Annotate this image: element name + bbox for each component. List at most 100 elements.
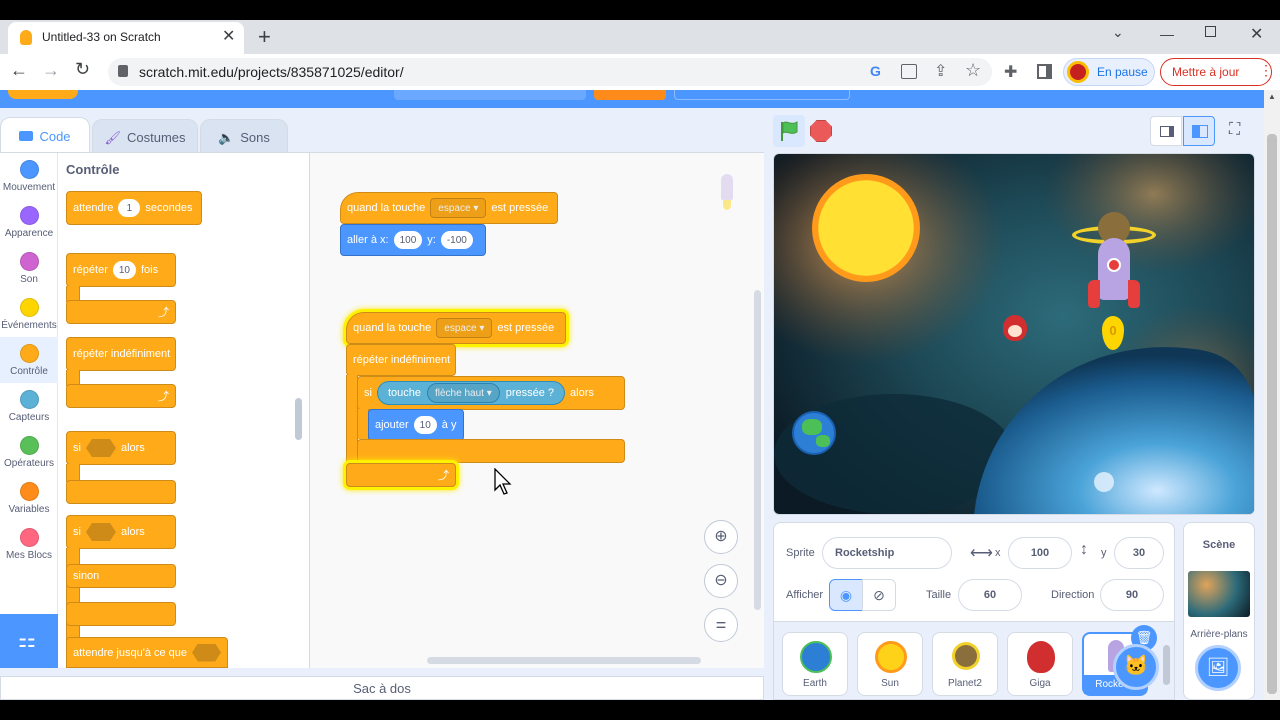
- fullscreen-icon[interactable]: ⛶: [1229, 121, 1240, 139]
- minimize-icon[interactable]: —: [1160, 26, 1174, 42]
- category-sound[interactable]: Son: [0, 245, 58, 291]
- category-looks[interactable]: Apparence: [0, 199, 58, 245]
- repeat-count-input[interactable]: 10: [112, 261, 136, 279]
- direction-field[interactable]: 90: [1100, 579, 1164, 611]
- scroll-thumb[interactable]: [1267, 134, 1277, 694]
- condition-slot[interactable]: [85, 439, 116, 457]
- translate-icon[interactable]: [901, 64, 917, 79]
- profile-status-text: En pause: [1097, 65, 1148, 79]
- zoom-in-button[interactable]: ⊕: [704, 520, 738, 554]
- earth-sprite[interactable]: [792, 411, 836, 455]
- sprite-thumb-giga[interactable]: Giga: [1007, 632, 1073, 696]
- sprite-thumb-planet2[interactable]: Planet2: [932, 632, 998, 696]
- category-control[interactable]: Contrôle: [0, 337, 58, 383]
- x-field[interactable]: 100: [1008, 537, 1072, 569]
- see-project-page-button[interactable]: [674, 90, 850, 100]
- if-else-block[interactable]: si alors: [66, 515, 176, 549]
- show-hidden-button[interactable]: ⊘: [862, 579, 896, 611]
- google-icon[interactable]: G: [870, 63, 881, 79]
- tab-costumes[interactable]: 🖌 Costumes: [92, 119, 198, 155]
- category-operators[interactable]: Opérateurs: [0, 429, 58, 475]
- change-y-input[interactable]: 10: [413, 416, 437, 434]
- scroll-up-icon[interactable]: ▲: [1268, 92, 1276, 101]
- y-field[interactable]: 30: [1114, 537, 1164, 569]
- rocketship-sprite[interactable]: 0: [1086, 234, 1142, 352]
- sprite-thumb-sun[interactable]: Sun: [857, 632, 923, 696]
- tab-sounds[interactable]: 🔈 Sons: [200, 119, 288, 155]
- share-icon[interactable]: ⇪: [934, 61, 947, 81]
- category-sensing[interactable]: Capteurs: [0, 383, 58, 429]
- forever-block-running[interactable]: répéter indéfiniment: [346, 344, 456, 376]
- back-icon[interactable]: ←: [10, 60, 28, 81]
- condition-slot[interactable]: [192, 643, 221, 662]
- update-button[interactable]: Mettre à jour ⋮: [1160, 58, 1273, 86]
- condition-slot[interactable]: [85, 523, 116, 541]
- repeat-block[interactable]: répéter 10 fois: [66, 253, 176, 287]
- tab-code[interactable]: Code: [0, 117, 90, 154]
- trash-icon: 🗑: [1135, 630, 1153, 645]
- change-y-block[interactable]: ajouter 10 à y: [368, 409, 464, 441]
- size-field[interactable]: 60: [958, 579, 1022, 611]
- sprite-thumb-earth[interactable]: Earth: [782, 632, 848, 696]
- side-panel-icon[interactable]: [1037, 64, 1052, 79]
- ghost-flame: [723, 200, 731, 210]
- giga-sprite[interactable]: [1000, 309, 1030, 347]
- backpack-bar[interactable]: Sac à dos: [0, 676, 764, 700]
- wait-block[interactable]: attendre 1 secondes: [66, 191, 202, 225]
- zoom-reset-button[interactable]: =: [704, 608, 738, 642]
- ghost-body: [721, 174, 733, 200]
- green-flag-button[interactable]: [773, 115, 805, 147]
- sprite-name-field[interactable]: Rocketship: [822, 537, 952, 569]
- scratch-logo[interactable]: [8, 90, 78, 99]
- stage-selector[interactable]: Scène Arrière-plans 🖼: [1183, 522, 1255, 700]
- extensions-icon[interactable]: ✚: [1004, 62, 1017, 82]
- key-dropdown[interactable]: espace ▾: [436, 318, 493, 338]
- profile-chip[interactable]: En pause: [1063, 58, 1155, 86]
- workspace-horizontal-scrollbar[interactable]: [427, 657, 701, 664]
- small-stage-button[interactable]: [1150, 116, 1182, 146]
- sprite-list-scrollbar[interactable]: [1163, 645, 1170, 685]
- project-title-field[interactable]: [394, 90, 586, 100]
- show-visible-button[interactable]: ◉: [829, 579, 863, 611]
- x-input[interactable]: 100: [393, 231, 423, 249]
- sun-sprite[interactable]: [812, 174, 920, 282]
- choose-sprite-button[interactable]: 🐱: [1113, 644, 1159, 690]
- y-input[interactable]: -100: [440, 231, 473, 249]
- close-tab-icon[interactable]: ✕: [222, 26, 235, 46]
- palette-scrollbar[interactable]: [295, 398, 302, 440]
- reload-icon[interactable]: ↻: [75, 59, 90, 80]
- zoom-out-button[interactable]: ⊖: [704, 564, 738, 598]
- tab-search-icon[interactable]: ⌄: [1112, 24, 1124, 41]
- share-button[interactable]: [594, 90, 666, 100]
- forever-block[interactable]: répéter indéfiniment: [66, 337, 176, 371]
- wait-seconds-input[interactable]: 1: [118, 199, 141, 217]
- category-events[interactable]: Événements: [0, 291, 58, 337]
- sensing-key-dropdown[interactable]: flèche haut ▾: [426, 383, 500, 403]
- bookmark-star-icon[interactable]: ☆: [965, 60, 981, 81]
- stage-canvas[interactable]: 0: [773, 153, 1255, 515]
- tab-costumes-label: Costumes: [126, 130, 186, 145]
- wait-until-block[interactable]: attendre jusqu'à ce que: [66, 637, 228, 668]
- when-key-hat-block-running[interactable]: quand la touche espace ▾ est pressée: [346, 312, 566, 344]
- browser-tab[interactable]: Untitled-33 on Scratch ✕: [8, 22, 244, 54]
- choose-backdrop-button[interactable]: 🖼: [1195, 645, 1241, 691]
- category-motion[interactable]: Mouvement: [0, 153, 58, 199]
- page-scrollbar[interactable]: ▲: [1264, 90, 1280, 700]
- close-window-icon[interactable]: ✕: [1250, 24, 1263, 44]
- address-bar[interactable]: scratch.mit.edu/projects/835871025/edito…: [108, 58, 992, 86]
- category-my-blocks[interactable]: Mes Blocs: [0, 521, 58, 567]
- workspace-vertical-scrollbar[interactable]: [754, 290, 761, 610]
- normal-stage-button[interactable]: [1183, 116, 1215, 146]
- restore-icon[interactable]: [1205, 26, 1216, 37]
- if-then-block[interactable]: si alors: [66, 431, 176, 465]
- block-text: pressée ?: [505, 387, 555, 399]
- when-key-hat-block[interactable]: quand la touche espace ▾ est pressée: [340, 192, 558, 224]
- key-dropdown[interactable]: espace ▾: [430, 198, 487, 218]
- add-extension-button[interactable]: ⚏: [0, 614, 58, 668]
- new-tab-icon[interactable]: +: [258, 24, 271, 50]
- category-variables[interactable]: Variables: [0, 475, 58, 521]
- forward-icon[interactable]: →: [42, 60, 60, 81]
- goto-xy-block[interactable]: aller à x: 100 y: -100: [340, 224, 486, 256]
- if-block[interactable]: si touche flèche haut ▾ pressée ? alors: [357, 376, 625, 410]
- key-pressed-sensing-block[interactable]: touche flèche haut ▾ pressée ?: [376, 381, 566, 405]
